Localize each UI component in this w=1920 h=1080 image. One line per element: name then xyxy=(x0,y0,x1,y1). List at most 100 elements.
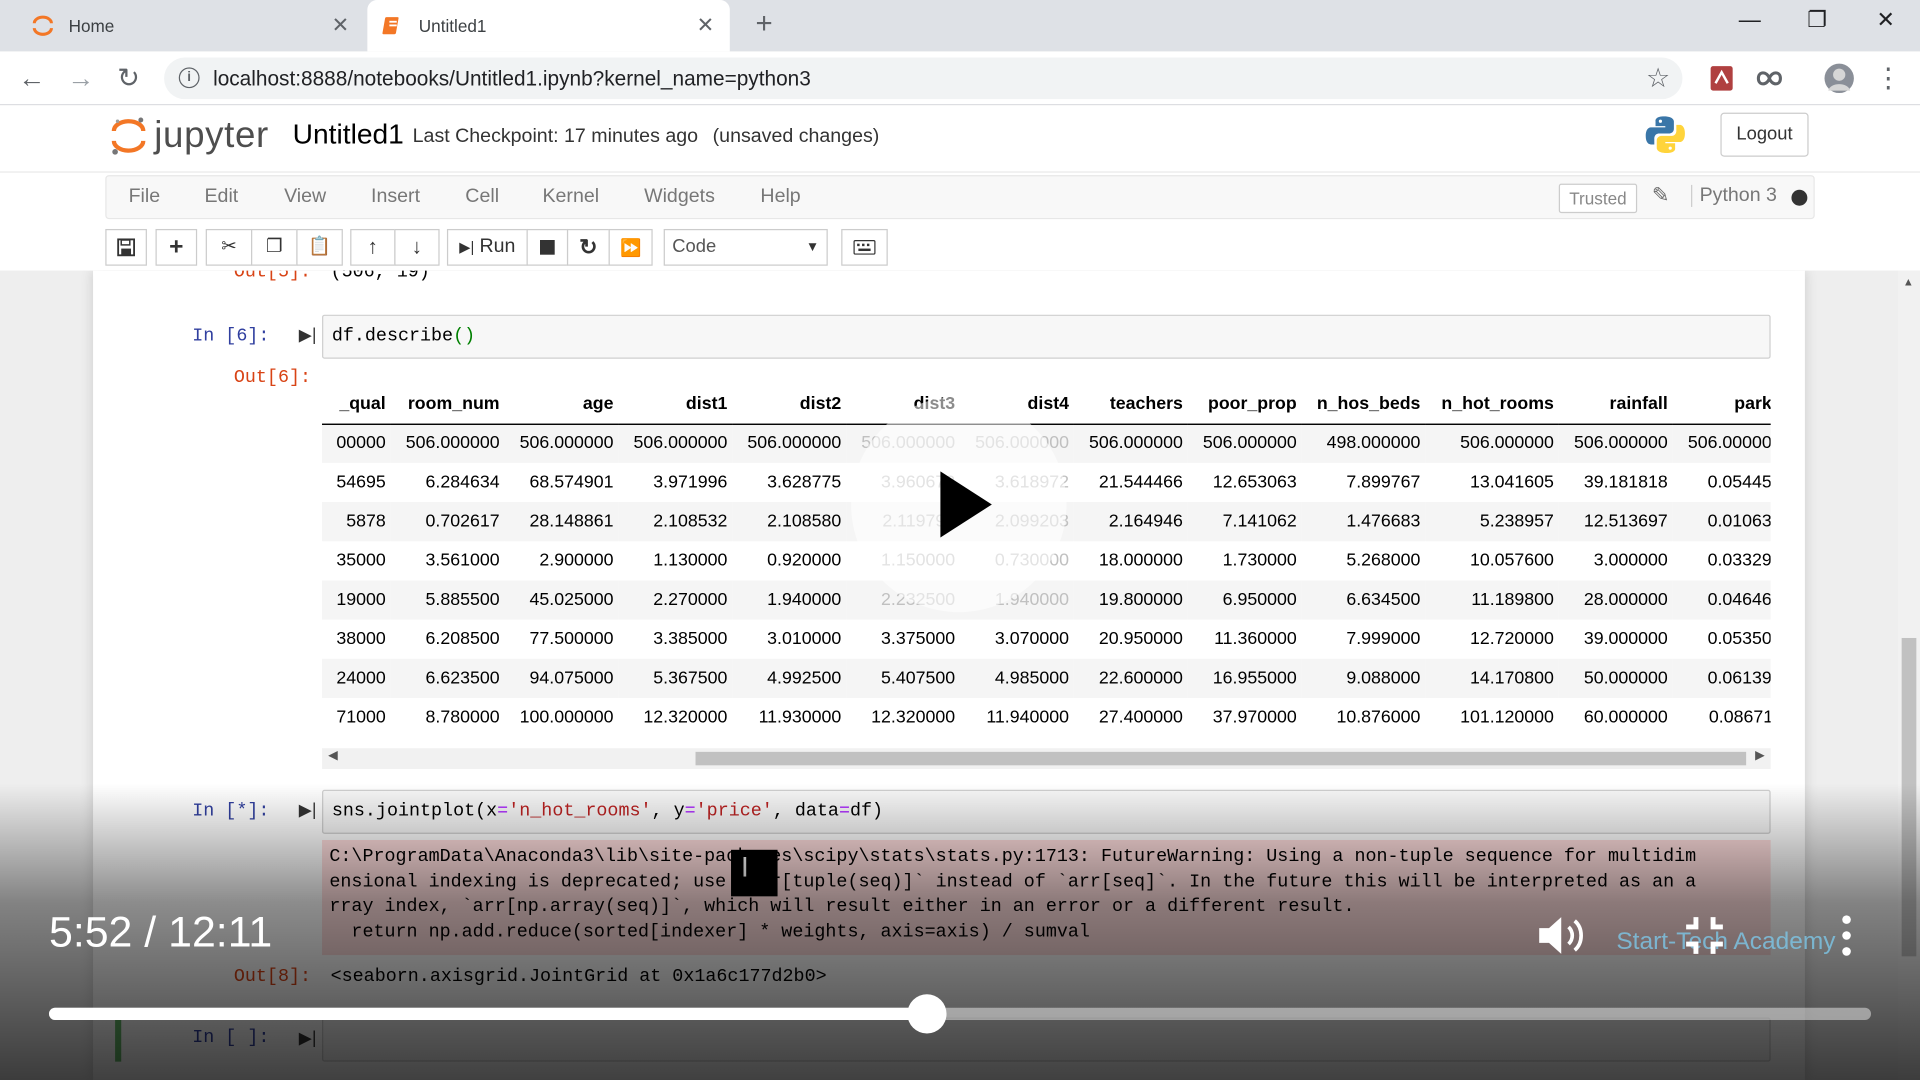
logout-button[interactable]: Logout xyxy=(1720,112,1809,157)
table-cell: 0.054454 xyxy=(1707,472,1771,493)
notebook-scroll-area[interactable]: Out[5]: (506, 19) In [6]: ▶| df.describe… xyxy=(0,270,1920,1080)
url-text[interactable]: localhost:8888/notebooks/Untitled1.ipynb… xyxy=(213,67,811,91)
info-icon[interactable]: i xyxy=(178,67,200,89)
run-button[interactable]: ▶| Run xyxy=(446,228,528,266)
cut-icon[interactable]: ✂ xyxy=(205,228,253,266)
table-cell: 22.600000 xyxy=(1073,658,1188,698)
cell-type-value: Code xyxy=(672,236,717,258)
table-cell: 20.950000 xyxy=(1098,629,1183,649)
out8-value: <seaborn.axisgrid.JointGrid at 0x1a6c177… xyxy=(330,966,827,987)
column-header: n_hot_rooms xyxy=(1425,384,1559,425)
table-cell: 45.025000 xyxy=(504,580,619,620)
jupyter-wordmark: jupyter xyxy=(154,115,269,156)
table-cell: 1.476683 xyxy=(1301,502,1426,542)
vertical-scrollbar[interactable]: ▲ xyxy=(1897,270,1920,1080)
cell8-input[interactable]: sns.jointplot(x='n_hot_rooms', y='price'… xyxy=(322,789,1771,834)
edit-pencil-icon[interactable]: ✎ xyxy=(1652,184,1669,208)
back-icon[interactable]: ← xyxy=(15,61,49,95)
forward-icon[interactable]: → xyxy=(64,61,98,95)
jupyter-favicon-icon xyxy=(32,15,54,37)
minimize-icon[interactable]: — xyxy=(1731,7,1768,33)
tab-home-title: Home xyxy=(68,15,115,36)
jupyter-logo[interactable]: jupyter xyxy=(110,115,269,159)
menu-insert[interactable]: Insert xyxy=(371,186,420,208)
run-cell-icon[interactable]: ▶| xyxy=(299,800,317,821)
infinity-extension-icon[interactable] xyxy=(1753,64,1782,93)
address-bar[interactable]: i localhost:8888/notebooks/Untitled1.ipy… xyxy=(164,57,1683,100)
table-cell: 38000 xyxy=(336,629,386,649)
run-cell-icon[interactable]: ▶| xyxy=(299,1027,317,1048)
table-cell: 0.920000 xyxy=(767,551,842,571)
table-cell: 0.046464 xyxy=(1672,580,1771,620)
restart-run-all-icon[interactable]: ⏩ xyxy=(608,228,653,266)
window-close-icon[interactable]: ✕ xyxy=(1867,7,1904,33)
screen: Home ✕ Untitled1 ✕ + — ❐ ✕ ← → ↻ i local… xyxy=(0,0,1920,1080)
pdf-extension-icon[interactable] xyxy=(1707,64,1736,93)
menu-edit[interactable]: Edit xyxy=(204,186,238,208)
menu-cell[interactable]: Cell xyxy=(465,186,499,208)
code-token: = xyxy=(838,800,850,822)
menu-help[interactable]: Help xyxy=(760,186,800,208)
browser-menu-icon[interactable]: ⋮ xyxy=(1871,61,1905,95)
table-cell: 14.170800 xyxy=(1425,658,1559,698)
horizontal-scrollbar[interactable]: ◀ ▶ xyxy=(322,748,1771,769)
new-tab-icon[interactable]: + xyxy=(749,7,778,41)
kernel-name[interactable]: Python 3 xyxy=(1691,184,1777,207)
bookmark-star-icon[interactable]: ☆ xyxy=(1646,62,1670,94)
menu-view[interactable]: View xyxy=(284,186,326,208)
menu-widgets[interactable]: Widgets xyxy=(644,186,715,208)
vertical-scroll-thumb[interactable] xyxy=(1901,637,1917,957)
code-token: = xyxy=(497,800,509,822)
tab-untitled1[interactable]: Untitled1 ✕ xyxy=(367,0,730,52)
cell-type-select[interactable]: Code ▼ xyxy=(663,228,828,266)
jupyter-header: jupyter Untitled1 Last Checkpoint: 17 mi… xyxy=(0,105,1920,173)
table-cell: 0.061397 xyxy=(1672,658,1771,698)
code-token: , y xyxy=(651,800,685,822)
copy-icon[interactable]: ❐ xyxy=(251,228,298,266)
empty-cell-input[interactable] xyxy=(322,1017,1771,1062)
column-header: _qual xyxy=(322,384,391,425)
restore-icon[interactable]: ❐ xyxy=(1799,7,1836,33)
table-cell: 1.730000 xyxy=(1222,551,1297,571)
scroll-up-icon[interactable]: ▲ xyxy=(1903,276,1914,288)
trusted-indicator[interactable]: Trusted xyxy=(1558,183,1638,214)
scroll-right-icon[interactable]: ▶ xyxy=(1755,749,1764,762)
horizontal-scroll-thumb[interactable] xyxy=(695,751,1747,766)
volume-icon[interactable] xyxy=(1536,911,1590,966)
restart-icon[interactable]: ↻ xyxy=(566,228,610,266)
table-header-row: _qualroom_numagedist1dist2dist3dist4teac… xyxy=(322,384,1771,425)
table-cell: 12.653063 xyxy=(1212,472,1297,493)
tab-home[interactable]: Home ✕ xyxy=(17,0,365,51)
profile-avatar-icon[interactable] xyxy=(1824,63,1854,94)
command-palette-icon[interactable] xyxy=(841,228,888,266)
menu-kernel[interactable]: Kernel xyxy=(542,186,599,208)
table-cell: 5.238957 xyxy=(1425,502,1559,542)
paste-icon[interactable]: 📋 xyxy=(296,228,343,266)
table-cell: 3.375000 xyxy=(881,629,956,649)
menu-file[interactable]: File xyxy=(129,186,161,208)
move-down-icon[interactable]: ↓ xyxy=(394,228,440,266)
interrupt-icon[interactable] xyxy=(526,228,569,266)
video-progress-bar[interactable] xyxy=(48,1007,1872,1021)
exit-fullscreen-icon[interactable] xyxy=(1682,913,1726,963)
save-icon[interactable] xyxy=(105,228,147,266)
tab-close-icon[interactable]: ✕ xyxy=(326,13,355,37)
notebook-name[interactable]: Untitled1 xyxy=(293,118,404,151)
video-scrubber-knob[interactable] xyxy=(907,994,947,1034)
table-cell: 101.120000 xyxy=(1460,707,1554,728)
table-cell: 21.544466 xyxy=(1098,472,1183,493)
table-cell: 11.360000 xyxy=(1214,629,1297,649)
more-options-icon[interactable] xyxy=(1837,913,1857,963)
run-cell-icon[interactable]: ▶| xyxy=(299,324,317,345)
menubar: File Edit View Insert Cell Kernel Widget… xyxy=(105,175,1815,220)
insert-cell-icon[interactable]: + xyxy=(155,228,198,266)
run-icon: ▶| xyxy=(459,238,475,256)
scroll-left-icon[interactable]: ◀ xyxy=(328,749,337,762)
table-cell: 12.320000 xyxy=(871,707,956,728)
tab-close-icon[interactable]: ✕ xyxy=(691,13,720,37)
move-up-icon[interactable]: ↑ xyxy=(350,228,396,266)
table-cell: 506.000000 xyxy=(618,423,733,463)
reload-icon[interactable]: ↻ xyxy=(111,61,145,95)
table-cell: 35000 xyxy=(336,551,386,571)
table-cell: 39.181818 xyxy=(1583,472,1668,493)
